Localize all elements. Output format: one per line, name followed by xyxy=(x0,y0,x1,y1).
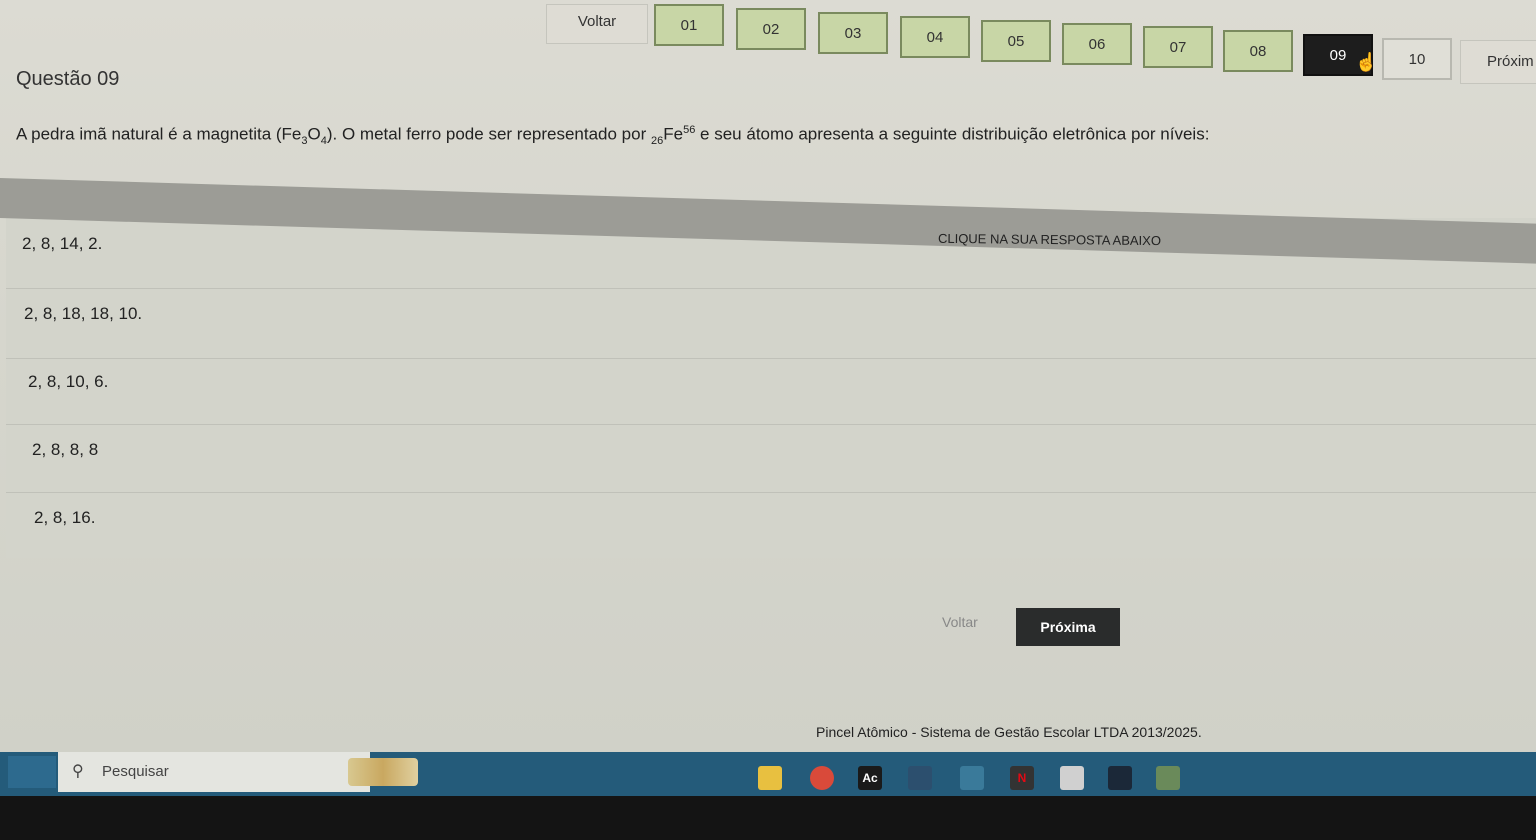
search-icon: ⚲ xyxy=(72,763,84,780)
answer-option-2[interactable]: 2, 8, 18, 18, 10. xyxy=(12,296,154,332)
search-highlight-icon xyxy=(348,758,418,786)
page: Voltar 01 02 03 04 05 06 07 08 09 10 ☝ P… xyxy=(0,0,1536,840)
footer-text: Pincel Atômico - Sistema de Gestão Escol… xyxy=(816,724,1202,740)
bottom-back-button[interactable]: Voltar xyxy=(942,614,978,630)
nav-next-button[interactable]: Próxim xyxy=(1460,40,1536,84)
question-04-button[interactable]: 04 xyxy=(900,16,970,58)
answer-option-4[interactable]: 2, 8, 8, 8 xyxy=(20,432,110,468)
taskbar-search[interactable]: ⚲ Pesquisar xyxy=(58,752,418,792)
divider xyxy=(6,492,1536,493)
instruction-text: CLIQUE NA SUA RESPOSTA ABAIXO xyxy=(937,230,1162,249)
question-08-button[interactable]: 08 xyxy=(1223,30,1293,72)
taskbar: ⚲ Pesquisar Ac N xyxy=(0,752,1536,796)
monitor-bezel xyxy=(0,796,1536,840)
question-07-button[interactable]: 07 xyxy=(1143,26,1213,68)
answers-panel: 2, 8, 14, 2. 2, 8, 18, 18, 10. 2, 8, 10,… xyxy=(6,218,1536,558)
hand-cursor-icon: ☝ xyxy=(1355,52,1378,72)
divider xyxy=(6,288,1536,289)
answer-option-1[interactable]: 2, 8, 14, 2. xyxy=(10,226,114,262)
vpn-icon[interactable] xyxy=(908,766,932,790)
search-placeholder: Pesquisar xyxy=(102,763,169,780)
question-01-button[interactable]: 01 xyxy=(654,4,724,46)
answer-option-3[interactable]: 2, 8, 10, 6. xyxy=(16,364,120,400)
question-06-button[interactable]: 06 xyxy=(1062,23,1132,65)
question-02-button[interactable]: 02 xyxy=(736,8,806,50)
steam-icon[interactable] xyxy=(1108,766,1132,790)
netflix-icon[interactable]: N xyxy=(1010,766,1034,790)
app3-icon[interactable] xyxy=(1156,766,1180,790)
question-05-button[interactable]: 05 xyxy=(981,20,1051,62)
app2-icon[interactable] xyxy=(1060,766,1084,790)
divider xyxy=(6,358,1536,359)
question-03-button[interactable]: 03 xyxy=(818,12,888,54)
acrobat-icon[interactable]: Ac xyxy=(858,766,882,790)
bottom-next-button[interactable]: Próxima xyxy=(1016,608,1120,646)
nav-back-button[interactable]: Voltar xyxy=(546,4,648,44)
question-10-button[interactable]: 10 xyxy=(1382,38,1452,80)
chrome-icon[interactable] xyxy=(810,766,834,790)
divider xyxy=(6,424,1536,425)
app-icon[interactable] xyxy=(960,766,984,790)
answer-option-5[interactable]: 2, 8, 16. xyxy=(22,500,107,536)
start-button[interactable] xyxy=(8,756,56,788)
question-statement: A pedra imã natural é a magnetita (Fe3O4… xyxy=(16,124,1210,148)
file-explorer-icon[interactable] xyxy=(758,766,782,790)
question-title: Questão 09 xyxy=(16,68,120,90)
